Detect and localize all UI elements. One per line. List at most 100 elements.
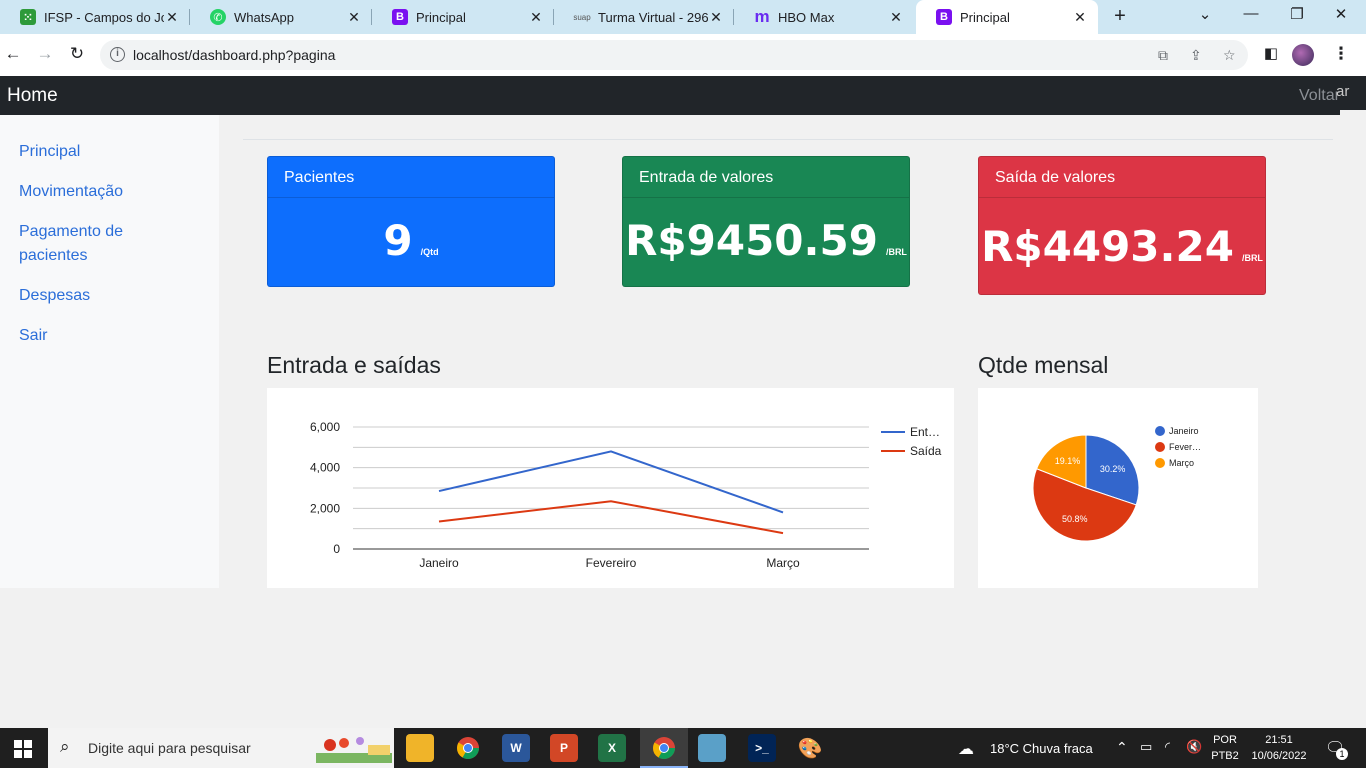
tab-principal-1[interactable]: B Principal ✕ <box>372 0 554 34</box>
legend-label: Janeiro <box>1169 426 1199 436</box>
clock[interactable]: 21:51 10/06/2022 <box>1248 732 1310 764</box>
paint-icon[interactable]: 🎨 <box>796 734 824 762</box>
ifsp-icon: ⁙ <box>20 9 36 25</box>
navbar-overflow-text: ar <box>1336 83 1350 100</box>
language-indicator[interactable]: POR PTB2 <box>1208 732 1242 764</box>
slice-label: 30.2% <box>1100 464 1126 474</box>
sidebar-item-movimentacao[interactable]: Movimentação <box>19 180 123 204</box>
card-unit: /BRL <box>1241 253 1263 263</box>
window-close-icon[interactable]: ✕ <box>1331 5 1351 23</box>
tab-ifsp[interactable]: ⁙ IFSP - Campos do Jorc ✕ <box>0 0 190 34</box>
chrome-icon[interactable] <box>454 734 482 762</box>
tab-principal-active[interactable]: B Principal ✕ <box>916 0 1098 34</box>
slice-label: 19.1% <box>1055 456 1081 466</box>
line-chart-title: Entrada e saídas <box>267 352 441 378</box>
legend-label: Saída <box>910 444 942 458</box>
y-tick-label: 6,000 <box>310 420 340 434</box>
close-icon[interactable]: ✕ <box>1072 9 1088 26</box>
close-icon[interactable]: ✕ <box>528 9 544 26</box>
pie-chart-box: 30.2% Janeiro 50.8% Fever… 19.1% Março <box>978 388 1258 588</box>
reload-icon[interactable]: ↻ <box>66 44 88 64</box>
close-icon[interactable]: ✕ <box>346 9 362 26</box>
file-explorer-icon[interactable] <box>406 734 434 762</box>
card-value: 9 <box>383 216 413 265</box>
language-code: POR <box>1213 734 1237 746</box>
weather-text[interactable]: 18°C Chuva fraca <box>990 741 1093 756</box>
card-pacientes: Pacientes 9/Qtd <box>267 156 555 287</box>
taskbar-search-placeholder: Digite aqui para pesquisar <box>88 740 251 756</box>
browser-toolbar: ← → ↻ i localhost/dashboard.php?pagina ⧉… <box>0 34 1366 76</box>
tab-hbo-max[interactable]: m HBO Max ✕ <box>734 0 914 34</box>
avatar[interactable] <box>1292 44 1314 66</box>
tab-turma-virtual[interactable]: suap Turma Virtual - 29618 ✕ <box>554 0 734 34</box>
suap-icon: suap <box>573 12 591 22</box>
menu-kebab-icon[interactable]: ⋮ <box>1330 44 1352 64</box>
windows-start-icon[interactable] <box>14 740 32 758</box>
sidebar-item-sair[interactable]: Sair <box>19 324 47 348</box>
navbar-brand[interactable]: Home <box>7 85 58 107</box>
tab-whatsapp[interactable]: ✆ WhatsApp ✕ <box>190 0 372 34</box>
notification-count: 1 <box>1336 748 1348 760</box>
tab-search-icon[interactable]: ⌄ <box>1195 5 1215 23</box>
legend-label: Março <box>1169 458 1194 468</box>
x-tick-label: Março <box>766 556 800 570</box>
close-icon[interactable]: ✕ <box>164 9 180 26</box>
powerpoint-icon[interactable]: P <box>550 734 578 762</box>
notepad-icon[interactable] <box>698 734 726 762</box>
pie-chart: 30.2% Janeiro 50.8% Fever… 19.1% Março <box>1032 426 1201 542</box>
pie-chart-title: Qtde mensal <box>978 352 1109 378</box>
tab-title: Principal <box>960 9 1010 25</box>
weather-icon[interactable]: ☁ <box>958 739 974 759</box>
info-icon[interactable]: i <box>110 47 125 62</box>
hbo-max-icon: m <box>754 7 770 26</box>
legend-swatch <box>1155 458 1165 468</box>
whatsapp-icon: ✆ <box>210 9 226 25</box>
url-text[interactable]: localhost/dashboard.php?pagina <box>133 47 335 63</box>
voltar-link[interactable]: Voltar <box>1299 87 1340 105</box>
card-entrada: Entrada de valores R$9450.59/BRL <box>622 156 910 287</box>
bookmark-star-icon[interactable]: ☆ <box>1223 47 1236 64</box>
browser-tab-strip: ⁙ IFSP - Campos do Jorc ✕ ✆ WhatsApp ✕ B… <box>0 0 1366 34</box>
battery-icon[interactable]: ▭ <box>1140 739 1152 755</box>
address-bar[interactable]: i localhost/dashboard.php?pagina ⧉ ⇪ ☆ <box>100 40 1248 70</box>
sidebar-item-despesas[interactable]: Despesas <box>19 284 90 308</box>
show-hidden-icons-chevron-icon[interactable]: ⌃ <box>1116 739 1128 756</box>
powershell-icon[interactable]: >_ <box>748 734 776 762</box>
clock-time: 21:51 <box>1265 734 1293 746</box>
y-tick-label: 2,000 <box>310 501 340 515</box>
clock-date: 10/06/2022 <box>1251 750 1307 762</box>
close-icon[interactable]: ✕ <box>888 9 904 26</box>
minimize-icon[interactable]: — <box>1241 5 1261 22</box>
network-icon[interactable]: ◜ <box>1165 739 1170 755</box>
translate-icon[interactable]: ⧉ <box>1158 47 1168 64</box>
y-tick-label: 4,000 <box>310 461 340 475</box>
word-icon[interactable]: W <box>502 734 530 762</box>
sidebar-item-pagamento[interactable]: Pagamento de pacientes <box>19 220 139 268</box>
keyboard-layout: PTB2 <box>1211 750 1239 762</box>
x-tick-label: Fevereiro <box>586 556 637 570</box>
back-arrow-icon[interactable]: ← <box>2 44 24 64</box>
chrome-active-window[interactable] <box>640 728 688 768</box>
close-icon[interactable]: ✕ <box>708 9 724 26</box>
restore-icon[interactable]: ❐ <box>1287 5 1307 23</box>
forward-arrow-icon[interactable]: → <box>34 44 56 64</box>
card-value: R$4493.24 <box>981 222 1234 271</box>
tab-title: Principal <box>416 9 466 25</box>
series-line <box>438 450 784 514</box>
taskbar-search[interactable]: ⌕ Digite aqui para pesquisar <box>48 728 394 768</box>
tab-title: Turma Virtual - 29618 <box>598 9 708 25</box>
card-saida: Saída de valores R$4493.24/BRL <box>978 156 1266 295</box>
tab-title: IFSP - Campos do Jorc <box>44 9 164 25</box>
share-icon[interactable]: ⇪ <box>1190 47 1202 64</box>
excel-icon[interactable]: X <box>598 734 626 762</box>
sidebar-item-principal[interactable]: Principal <box>19 140 80 164</box>
legend-label: Fever… <box>1169 442 1201 452</box>
card-header: Saída de valores <box>979 157 1265 198</box>
tab-title: HBO Max <box>778 9 835 25</box>
legend-label: Ent… <box>910 425 940 439</box>
y-tick-label: 0 <box>333 542 340 556</box>
volume-muted-icon[interactable]: 🔇 <box>1186 739 1202 755</box>
new-tab-button[interactable]: + <box>1108 5 1132 28</box>
sidebar: Principal Movimentação Pagamento de paci… <box>0 115 219 588</box>
side-panel-icon[interactable]: ◧ <box>1260 44 1282 62</box>
